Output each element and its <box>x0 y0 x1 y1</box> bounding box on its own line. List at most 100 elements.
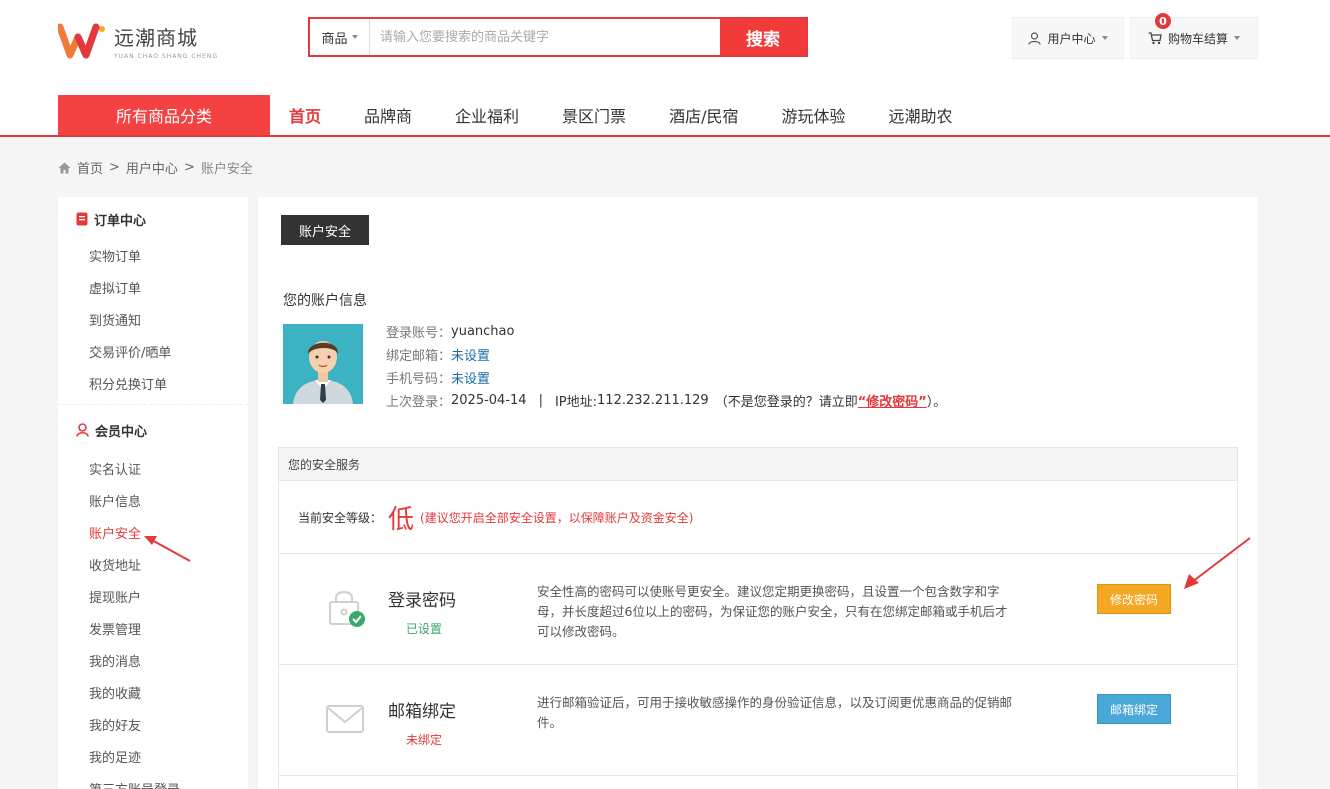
annotation-arrow-icon <box>1184 537 1251 589</box>
user-center-label: 用户中心 <box>1047 31 1096 46</box>
breadcrumb-current: 账户安全 <box>200 162 253 177</box>
sidebar-item-withdraw-account[interactable]: 提现账户 <box>58 580 248 612</box>
sidebar-group-title: 订单中心 <box>94 213 147 229</box>
sidebar-item-points-orders[interactable]: 积分兑换订单 <box>58 367 248 399</box>
sidebar-item-virtual-orders[interactable]: 虚拟订单 <box>58 271 248 303</box>
sidebar-group-member: 会员中心 <box>58 408 248 452</box>
nav-item-brands[interactable]: 品牌商 <box>364 95 412 135</box>
email-bind-status: 未绑定 <box>406 733 443 747</box>
account-last-login-row: 上次登录： 2025-04-14 | IP地址: 112.232.211.129… <box>386 389 946 412</box>
ip-value: 112.232.211.129 <box>597 393 709 408</box>
last-login-date: 2025-04-14 <box>451 393 527 408</box>
phone-label: 手机号码： <box>386 372 452 387</box>
security-services-title: 您的安全服务 <box>279 448 1237 481</box>
lock-check-icon <box>329 591 365 627</box>
breadcrumb-user-center[interactable]: 用户中心 <box>126 158 178 177</box>
search-category-select[interactable]: 商品 <box>310 19 370 55</box>
sidebar-group-orders: 订单中心 <box>58 197 248 241</box>
search-input[interactable] <box>370 19 720 55</box>
tab-account-security[interactable]: 账户安全 <box>281 215 369 245</box>
email-bind-description: 进行邮箱验证后，可用于接收敏感操作的身份验证信息，以及订阅更优惠商品的促销邮件。 <box>537 695 1013 730</box>
security-level-row: 当前安全等级： 低 (建议您开启全部安全设置，以保障账户及资金安全) <box>279 481 1237 554</box>
nav-item-tickets[interactable]: 景区门票 <box>562 95 626 135</box>
sidebar-item-third-party-login[interactable]: 第三方账号登录 <box>58 772 248 789</box>
sidebar-item-account-info[interactable]: 账户信息 <box>58 484 248 516</box>
cart-label: 购物车结算 <box>1167 31 1228 46</box>
search-category-label: 商品 <box>321 31 348 47</box>
sidebar: 订单中心 实物订单 虚拟订单 到货通知 交易评价/晒单 积分兑换订单 会员中心 … <box>58 197 248 789</box>
last-login-label: 上次登录： <box>386 395 452 410</box>
account-phone-row: 手机号码： 未设置 <box>386 366 946 389</box>
email-bind-title: 邮箱绑定 <box>388 702 456 722</box>
logo-subtitle: YUAN CHAO SHANG CHENG <box>114 53 218 60</box>
sidebar-item-footprints[interactable]: 我的足迹 <box>58 740 248 772</box>
logo-name: 远潮商城 <box>114 26 198 50</box>
chevron-down-icon <box>351 35 358 39</box>
cart-icon <box>1148 31 1162 44</box>
security-row-email: 邮箱绑定 未绑定 进行邮箱验证后，可用于接收敏感操作的身份验证信息，以及订阅更优… <box>279 665 1237 776</box>
sidebar-divider <box>58 404 248 405</box>
account-login-row: 登录账号： yuanchao <box>386 320 946 343</box>
breadcrumb-separator: > <box>183 160 195 175</box>
user-center-button[interactable]: 用户中心 <box>1012 17 1124 59</box>
security-row-password: 登录密码 已设置 安全性高的密码可以使账号更安全。建议您定期更换密码，且设置一个… <box>279 554 1237 665</box>
sidebar-item-friends[interactable]: 我的好友 <box>58 708 248 740</box>
avatar <box>283 324 363 404</box>
not-you-text: （不是您登录的？请立即 <box>714 395 858 410</box>
user-icon <box>1028 31 1042 45</box>
cart-count-badge: 0 <box>1155 13 1171 29</box>
email-value-link[interactable]: 未设置 <box>451 345 490 364</box>
phone-value-link[interactable]: 未设置 <box>451 368 490 387</box>
envelope-icon <box>326 705 364 733</box>
sidebar-item-reviews[interactable]: 交易评价/晒单 <box>58 335 248 367</box>
security-level-label: 当前安全等级： <box>298 510 383 525</box>
security-level-tip: (建议您开启全部安全设置，以保障账户及资金安全) <box>420 510 694 525</box>
sidebar-item-physical-orders[interactable]: 实物订单 <box>58 239 248 271</box>
nav-item-welfare[interactable]: 企业福利 <box>455 95 519 135</box>
account-email-row: 绑定邮箱： 未设置 <box>386 343 946 366</box>
nav-item-home[interactable]: 首页 <box>289 95 321 135</box>
search-button[interactable]: 搜索 <box>720 19 806 55</box>
breadcrumb: 首页 > 用户中心 > 账户安全 <box>58 158 253 177</box>
password-status: 已设置 <box>406 622 443 636</box>
order-icon <box>76 212 88 226</box>
nav-item-experience[interactable]: 游玩体验 <box>781 95 845 135</box>
change-password-button[interactable]: 修改密码 <box>1097 584 1171 614</box>
info-divider: | <box>538 393 543 408</box>
annotation-arrow-icon <box>144 536 191 562</box>
main-nav: 所有商品分类 首页 品牌商 企业福利 景区门票 酒店/民宿 游玩体验 远潮助农 <box>0 95 1330 137</box>
sidebar-item-realname[interactable]: 实名认证 <box>58 452 248 484</box>
breadcrumb-home[interactable]: 首页 <box>77 158 103 177</box>
nav-item-agriculture[interactable]: 远潮助农 <box>888 95 952 135</box>
logo[interactable]: 远潮商城 YUAN CHAO SHANG CHENG <box>56 22 218 60</box>
bind-email-button[interactable]: 邮箱绑定 <box>1097 694 1171 724</box>
chevron-down-icon <box>1101 36 1108 40</box>
sidebar-item-favorites[interactable]: 我的收藏 <box>58 676 248 708</box>
search-bar: 商品 搜索 <box>308 17 808 57</box>
breadcrumb-separator: > <box>109 160 120 175</box>
sidebar-group-title: 会员中心 <box>95 424 148 440</box>
not-you-end: ）。 <box>926 395 947 410</box>
sidebar-item-messages[interactable]: 我的消息 <box>58 644 248 676</box>
nav-item-hotels[interactable]: 酒店/民宿 <box>669 95 738 135</box>
sidebar-item-invoice[interactable]: 发票管理 <box>58 612 248 644</box>
main-panel: 账户安全 您的账户信息 登录账号： yuanchao 绑定邮箱： 未设置 手机号… <box>258 197 1258 789</box>
account-info-title: 您的账户信息 <box>283 293 367 309</box>
password-description: 安全性高的密码可以使账号更安全。建议您定期更换密码，且设置一个包含数字和字母，并… <box>537 584 1008 639</box>
security-services: 您的安全服务 当前安全等级： 低 (建议您开启全部安全设置，以保障账户及资金安全… <box>278 447 1238 789</box>
header: 远潮商城 YUAN CHAO SHANG CHENG 商品 搜索 用户中心 0 … <box>0 0 1330 137</box>
change-password-link[interactable]: “修改密码” <box>858 391 927 410</box>
chevron-down-icon <box>1234 36 1240 40</box>
home-icon <box>58 162 71 173</box>
email-label: 绑定邮箱： <box>386 349 452 364</box>
ip-label: IP地址: <box>554 395 598 410</box>
logo-mark <box>56 23 106 59</box>
login-label: 登录账号： <box>386 326 452 341</box>
security-level-value: 低 <box>388 504 415 535</box>
cart-button[interactable]: 0 购物车结算 <box>1130 13 1258 59</box>
sidebar-item-arrival-notice[interactable]: 到货通知 <box>58 303 248 335</box>
all-categories-button[interactable]: 所有商品分类 <box>58 95 270 135</box>
password-title: 登录密码 <box>388 591 456 611</box>
user-icon <box>76 423 89 437</box>
account-info: 登录账号： yuanchao 绑定邮箱： 未设置 手机号码： 未设置 上次登录：… <box>386 320 946 412</box>
